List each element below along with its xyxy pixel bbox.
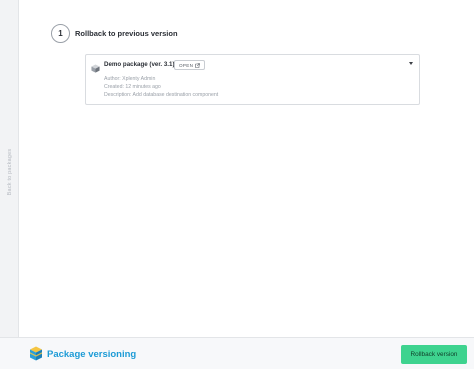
back-to-packages-label: Back to packages: [7, 148, 13, 196]
package-name: Demo package (ver. 3.1): [104, 61, 175, 68]
footer-bar: Package versioning Rollback version: [0, 337, 474, 369]
package-author: Author: Xplenty Admin: [104, 76, 156, 82]
expand-chevron-down-icon[interactable]: [409, 62, 413, 65]
page-title: Package versioning: [47, 349, 137, 360]
package-box-icon: [91, 60, 100, 73]
back-to-packages-sidebar[interactable]: Back to packages: [0, 0, 19, 369]
main-panel: 1 Rollback to previous version Demo pack…: [19, 0, 474, 337]
package-created: Created: 12 minutes ago: [104, 84, 161, 90]
external-link-icon: [195, 62, 201, 68]
rollback-version-button[interactable]: Rollback version: [401, 345, 467, 364]
package-description: Description: Add database destination co…: [104, 92, 219, 98]
step-number-badge: 1: [51, 24, 70, 43]
step-title: Rollback to previous version: [75, 29, 178, 38]
package-versioning-icon: [29, 346, 43, 361]
open-package-button[interactable]: OPEN: [174, 60, 206, 70]
package-card[interactable]: Demo package (ver. 3.1) OPEN Author: Xpl…: [85, 54, 420, 105]
open-button-label: OPEN: [179, 62, 194, 68]
